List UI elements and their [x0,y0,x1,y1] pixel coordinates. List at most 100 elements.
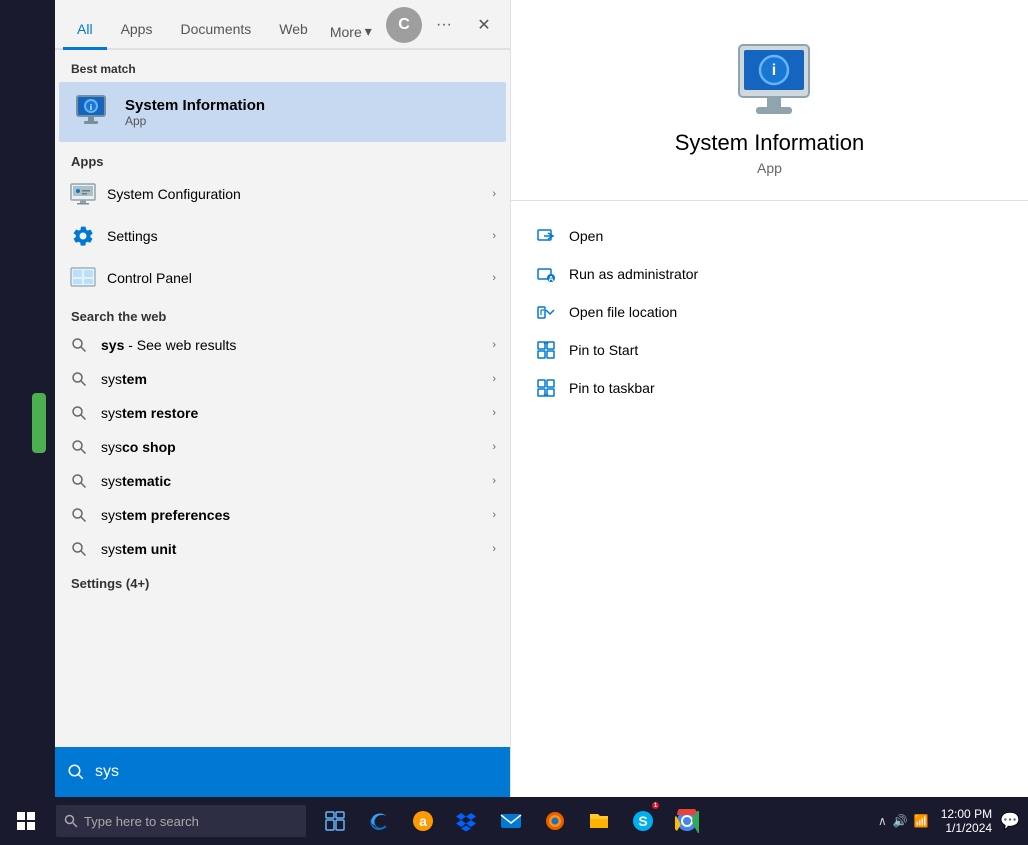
app-preview-subtitle: App [757,160,782,176]
search-web-label: Search the web [55,299,510,328]
pintaskbar-icon [535,377,557,399]
best-match-subtitle: App [125,114,265,128]
left-panel [0,0,55,797]
web-text-4: systematic [101,473,492,489]
settings-icon [69,222,97,250]
edge-icon[interactable] [358,797,400,845]
web-text-1: system [101,371,492,387]
search-bar-icon [67,763,85,781]
web-text-6: system unit [101,541,492,557]
search-icon-5 [69,505,89,525]
web-text-5: system preferences [101,507,492,523]
runas-icon: A [535,263,557,285]
web-text-3: sysco shop [101,439,492,455]
search-icon-4 [69,471,89,491]
search-input-bar[interactable] [55,747,510,797]
action-list: Open A Run as administrator [511,217,1028,407]
web-chevron-5: › [492,509,496,521]
web-text-2: system restore [101,405,492,421]
controlpanel-chevron: › [492,272,496,284]
action-pinstart-label: Pin to Start [569,342,638,358]
best-match-text: System Information App [125,97,265,128]
web-chevron-4: › [492,475,496,487]
controlpanel-label: Control Panel [107,270,492,286]
svg-text:A: A [548,276,553,283]
action-open-file-location[interactable]: Open file location [535,293,1004,331]
pinstart-icon [535,339,557,361]
action-pin-to-start[interactable]: Pin to Start [535,331,1004,369]
results-area: Best match i System Information App Apps [55,50,510,797]
open-icon [535,225,557,247]
settings-label: Settings [107,228,492,244]
file-explorer-icon[interactable] [578,797,620,845]
web-item-system[interactable]: system › [55,362,510,396]
system-tray[interactable]: ∧ 🔊 📶 [878,814,929,828]
best-match-item[interactable]: i System Information App [59,82,506,142]
list-item-control-panel[interactable]: Control Panel › [55,257,510,299]
sysinfo-list-icon: i [73,92,113,132]
web-chevron-1: › [492,373,496,385]
divider [511,200,1028,201]
notification-button[interactable]: 💬 [1000,811,1020,831]
search-icon-3 [69,437,89,457]
tab-apps[interactable]: Apps [107,11,167,50]
clock[interactable]: 12:00 PM 1/1/2024 [941,807,992,835]
search-icon-6 [69,539,89,559]
web-item-systematic[interactable]: systematic › [55,464,510,498]
web-item-system-restore[interactable]: system restore › [55,396,510,430]
right-panel: i System Information App Open [510,0,1028,797]
app-preview-icon: i [734,40,806,112]
action-run-as-admin[interactable]: A Run as administrator [535,255,1004,293]
taskbar-search-text: Type here to search [84,814,199,829]
store-icon[interactable]: a [402,797,444,845]
list-item-settings[interactable]: Settings › [55,215,510,257]
action-open[interactable]: Open [535,217,1004,255]
tab-more[interactable]: More ▾ [322,13,380,50]
taskbar-right: ∧ 🔊 📶 12:00 PM 1/1/2024 💬 [878,807,1028,835]
tab-web[interactable]: Web [265,11,322,50]
dropbox-icon[interactable] [446,797,488,845]
settings-chevron: › [492,230,496,242]
more-button[interactable]: ··· [426,7,462,43]
action-pintaskbar-label: Pin to taskbar [569,380,655,396]
web-item-sysco-shop[interactable]: sysco shop › [55,430,510,464]
settings-section-label: Settings (4+) [55,566,510,595]
web-item-sys[interactable]: sys - See web results › [55,328,510,362]
search-input[interactable] [95,763,498,781]
tab-documents[interactable]: Documents [166,11,265,50]
action-pin-to-taskbar[interactable]: Pin to taskbar [535,369,1004,407]
tab-all[interactable]: All [63,11,107,50]
web-item-system-unit[interactable]: system unit › [55,532,510,566]
chrome-icon[interactable] [666,797,708,845]
app-preview-title: System Information [675,130,865,156]
web-item-system-preferences[interactable]: system preferences › [55,498,510,532]
svg-text:i: i [771,62,775,79]
taskview-icon[interactable] [314,797,356,845]
start-button[interactable] [0,797,52,845]
syscfg-chevron: › [492,188,496,200]
green-side-button[interactable] [32,393,46,453]
chevron-down-icon: ▾ [365,23,372,40]
best-match-title: System Information [125,97,265,114]
window-controls: C ··· ✕ [386,0,510,50]
list-item-system-configuration[interactable]: System Configuration › [55,173,510,215]
action-filelocation-label: Open file location [569,304,677,320]
search-icon-0 [69,335,89,355]
web-chevron-6: › [492,543,496,555]
search-icon-1 [69,369,89,389]
syscfg-label: System Configuration [107,186,492,202]
web-text-0: sys - See web results [101,337,492,353]
web-chevron-0: › [492,339,496,351]
close-button[interactable]: ✕ [466,7,502,43]
skype-icon[interactable]: S 1 [622,797,664,845]
taskbar-icons: a [314,797,708,845]
web-chevron-2: › [492,407,496,419]
user-avatar[interactable]: C [386,7,422,43]
best-match-label: Best match [55,50,510,82]
svg-text:a: a [419,813,427,829]
mail-icon[interactable] [490,797,532,845]
firefox-icon[interactable] [534,797,576,845]
syscfg-icon [69,180,97,208]
controlpanel-icon [69,264,97,292]
taskbar-search[interactable]: Type here to search [56,805,306,837]
